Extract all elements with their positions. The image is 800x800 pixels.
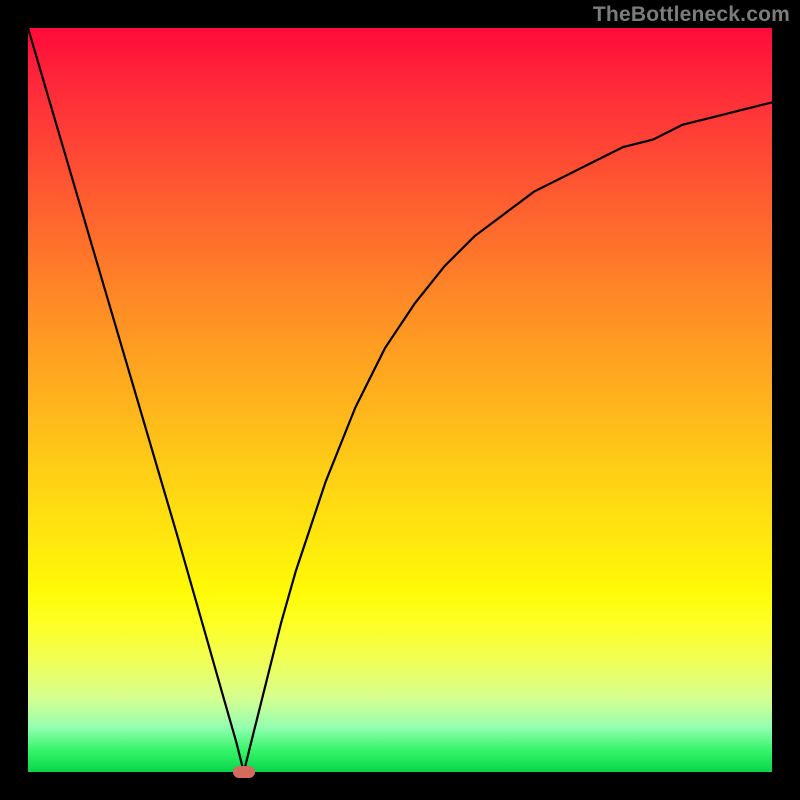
bottleneck-curve — [28, 28, 772, 772]
chart-frame: TheBottleneck.com — [0, 0, 800, 800]
optimal-marker — [233, 766, 255, 778]
curve-path — [28, 28, 772, 772]
watermark-text: TheBottleneck.com — [593, 3, 790, 27]
plot-area — [28, 28, 772, 772]
